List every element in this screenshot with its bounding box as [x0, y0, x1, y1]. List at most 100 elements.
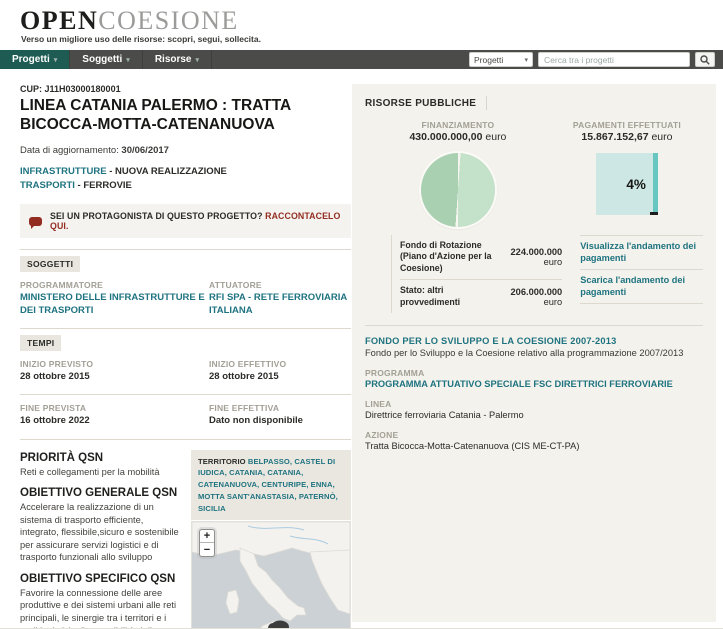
updated-date-line: Data di aggiornamento: 30/06/2017	[20, 145, 351, 156]
source-amount-number: 224.000.000	[510, 247, 563, 258]
payments-bar	[652, 153, 658, 215]
nav-tab-soggetti[interactable]: Soggetti ▾	[70, 50, 143, 69]
finanziamento-label: FINANZIAMENTO	[421, 120, 495, 130]
programmatore-block: PROGRAMMATORE MINISTERO DELLE INFRASTRUT…	[20, 280, 205, 317]
table-row: Stato: altri provvedimenti 206.000.000 e…	[400, 279, 563, 313]
tempi-badge: TEMPI	[20, 334, 62, 351]
inizio-previsto-block: INIZIO PREVISTO 28 ottobre 2015	[20, 359, 205, 383]
inizio-previsto-label: INIZIO PREVISTO	[20, 358, 94, 369]
project-details-column: CUP: J11H03000180001 LINEA CATANIA PALER…	[20, 84, 351, 628]
opencoesione-project-page: OPENCOESIONE Verso un migliore uso delle…	[0, 0, 723, 629]
search-scope-select[interactable]: Progetti ▾	[469, 52, 533, 67]
visualizza-andamento-link[interactable]: Visualizza l'andamento dei pagamenti	[580, 236, 703, 270]
scarica-andamento-link[interactable]: Scarica l'andamento dei pagamenti	[580, 270, 703, 304]
qsn-and-territorio-row: PRIORITÀ QSN Reti e collegamenti per la …	[20, 449, 351, 628]
navbar-search-area: Progetti ▾	[469, 50, 723, 69]
logo-open-part: OPEN	[20, 6, 99, 35]
heading-divider	[486, 96, 488, 110]
search-input[interactable]	[538, 52, 690, 67]
priorita-qsn-heading: PRIORITÀ QSN	[20, 451, 104, 464]
soggetti-badge: SOGGETTI	[20, 256, 81, 273]
caret-down-icon: ▾	[524, 56, 528, 64]
main-navbar: Progetti ▾ Soggetti ▾ Risorse ▾ Progetti…	[0, 50, 723, 69]
attuatore-block: ATTUATORE RFI SPA - RETE FERROVIARIA ITA…	[209, 280, 351, 317]
attuatore-link[interactable]: RFI SPA - RETE FERROVIARIA ITALIANA	[209, 292, 351, 317]
finanziamento-unit: euro	[482, 131, 507, 143]
tempi-fine-grid: FINE PREVISTA 16 ottobre 2022 FINE EFFET…	[20, 403, 351, 427]
financing-pie-chart	[420, 153, 495, 227]
tempi-inizio-grid: INIZIO PREVISTO 28 ottobre 2015 INIZIO E…	[20, 359, 351, 383]
inizio-previsto-value: 28 ottobre 2015	[20, 370, 90, 382]
programma-link[interactable]: PROGRAMMA ATTUATIVO SPECIALE FSC DIRETTR…	[365, 379, 703, 389]
protagonist-banner: SEI UN PROTAGONISTA DI QUESTO PROGETTO? …	[20, 204, 351, 239]
map-zoom-in-button[interactable]: +	[200, 530, 214, 544]
azione-value: Tratta Bicocca-Motta-Catenanuova (CIS ME…	[365, 441, 580, 452]
programmatore-link[interactable]: MINISTERO DELLE INFRASTRUTTURE E DEI TRA…	[20, 292, 205, 317]
comment-bubble-icon	[29, 216, 42, 229]
territory-map[interactable]: + − Map data © ISTAT, OpenCoesione and O…	[191, 521, 351, 628]
section-divider	[20, 249, 351, 251]
azione-label: AZIONE	[365, 430, 399, 441]
territorio-column: TERRITORIO BELPASSO, CASTEL DI IUDICA, C…	[191, 449, 351, 628]
qsn-column: PRIORITÀ QSN Reti e collegamenti per la …	[20, 450, 181, 628]
pagamenti-label: PAGAMENTI EFFETTUATI	[572, 120, 681, 130]
fine-prevista-value: 16 ottobre 2022	[20, 415, 90, 427]
theme-link[interactable]: TRASPORTI	[20, 180, 75, 191]
finanziamento-column: FINANZIAMENTO 430.000.000,00 euro	[365, 120, 551, 227]
soggetti-grid: PROGRAMMATORE MINISTERO DELLE INFRASTRUT…	[20, 280, 351, 317]
map-zoom-out-button[interactable]: −	[200, 543, 214, 556]
pagamenti-number: 15.867.152,67	[581, 131, 649, 143]
financing-details-row: Fondo di Rotazione (Piano d'Azione per l…	[365, 235, 703, 314]
fondo-sviluppo-coesione-link[interactable]: FONDO PER LO SVILUPPO E LA COESIONE 2007…	[365, 336, 703, 346]
banner-question: SEI UN PROTAGONISTA DI QUESTO PROGETTO?	[50, 211, 266, 222]
source-label: Fondo di Rotazione (Piano d'Azione per l…	[400, 240, 492, 273]
section-divider	[20, 438, 351, 440]
nav-tab-progetti-label: Progetti	[12, 54, 50, 65]
obiettivo-generale-text: Accelerare la realizzazione di un sistem…	[20, 502, 179, 563]
pagamenti-unit: euro	[648, 131, 673, 143]
territorio-label: TERRITORIO	[198, 456, 248, 466]
programmazione-block: FONDO PER LO SVILUPPO E LA COESIONE 2007…	[365, 336, 703, 451]
fondo-sviluppo-coesione-desc: Fondo per lo Sviluppo e la Coesione rela…	[365, 348, 684, 359]
payments-progress-widget: 4%	[595, 153, 658, 215]
source-amount-number: 206.000.000	[510, 286, 563, 297]
obiettivo-generale-heading: OBIETTIVO GENERALE QSN	[20, 487, 178, 500]
project-cup: CUP: J11H03000180001	[20, 84, 121, 94]
map-zoom-controls: + −	[199, 529, 215, 558]
logo-coesione-part: COESIONE	[98, 6, 239, 35]
fine-prevista-block: FINE PREVISTA 16 ottobre 2022	[20, 403, 205, 427]
attuatore-label: ATTUATORE	[209, 280, 262, 291]
nature-link[interactable]: INFRASTRUTTURE	[20, 166, 107, 177]
inizio-effettivo-value: 28 ottobre 2015	[209, 370, 279, 382]
risorse-heading-label: RISORSE PUBBLICHE	[365, 97, 477, 109]
programma-label: PROGRAMMA	[365, 368, 425, 379]
panel-divider	[365, 325, 703, 327]
fine-effettiva-label: FINE EFFETTIVA	[209, 403, 280, 414]
section-divider	[20, 327, 351, 329]
classification-theme: TRASPORTI - FERROVIE	[20, 179, 351, 193]
pagamenti-amount: 15.867.152,67 euro	[551, 131, 703, 143]
source-amount: 206.000.000 euro	[504, 286, 563, 307]
source-amount: 224.000.000 euro	[504, 247, 563, 267]
search-scope-value: Progetti	[474, 54, 504, 65]
updated-label: Data di aggiornamento:	[20, 144, 122, 156]
source-amount-unit: euro	[543, 296, 563, 307]
nav-tab-progetti[interactable]: Progetti ▾	[0, 50, 71, 69]
obiettivo-specifico-heading: OBIETTIVO SPECIFICO QSN	[20, 572, 176, 585]
nav-tab-risorse[interactable]: Risorse ▾	[143, 50, 213, 69]
priorita-qsn-text: Reti e collegamenti per la mobilità	[20, 466, 160, 477]
finanziamento-amount: 430.000.000,00 euro	[365, 131, 551, 143]
opencoesione-logo[interactable]: OPENCOESIONE	[20, 6, 239, 36]
payments-percent-value: 4%	[626, 176, 646, 192]
map-canvas	[191, 522, 351, 628]
search-icon	[700, 54, 710, 65]
territorio-box: TERRITORIO BELPASSO, CASTEL DI IUDICA, C…	[191, 449, 351, 521]
updated-value: 30/06/2017	[121, 144, 169, 156]
site-tagline: Verso un migliore uso delle risorse: sco…	[21, 34, 261, 44]
risorse-pubbliche-heading: RISORSE PUBBLICHE	[365, 96, 703, 110]
classification-nature: INFRASTRUTTURE - NUOVA REALIZZAZIONE	[20, 165, 351, 179]
search-button[interactable]	[695, 52, 715, 67]
linea-value: Direttrice ferroviaria Catania - Palermo	[365, 410, 524, 421]
financing-sources-table: Fondo di Rotazione (Piano d'Azione per l…	[391, 235, 563, 314]
fine-prevista-label: FINE PREVISTA	[20, 403, 87, 414]
